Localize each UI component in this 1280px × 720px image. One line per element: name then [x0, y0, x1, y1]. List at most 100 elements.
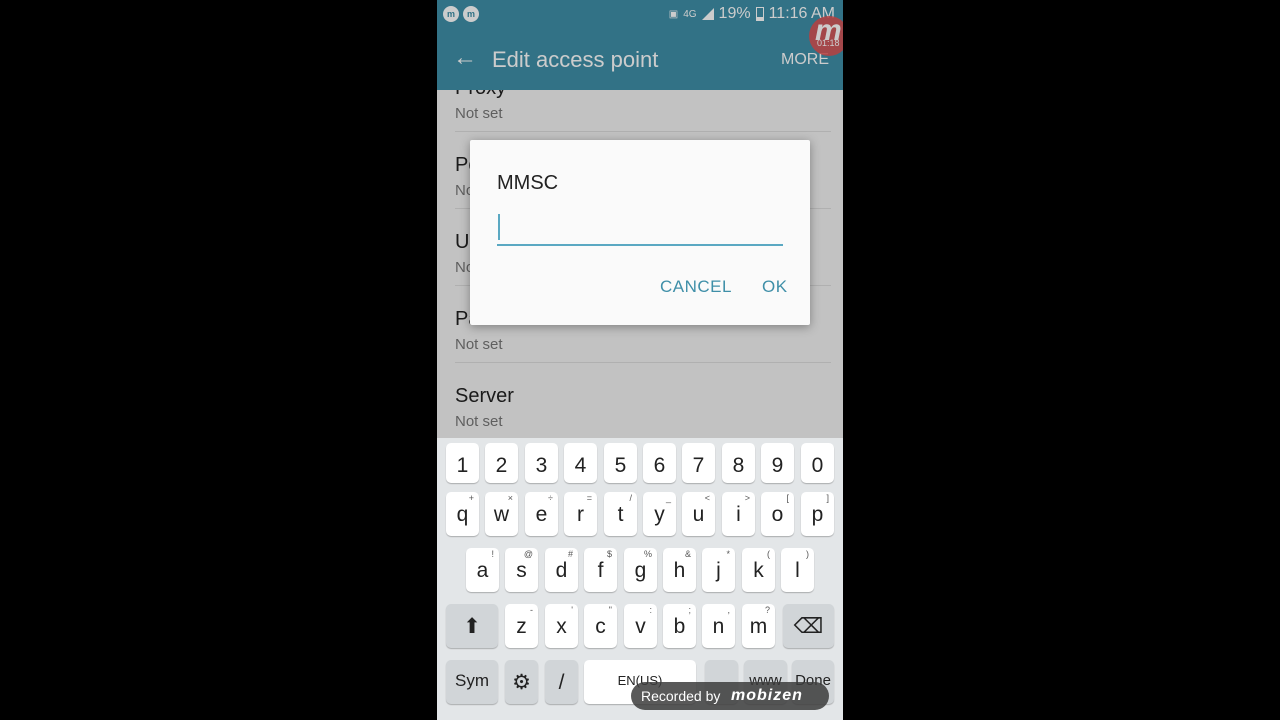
key-w[interactable]: w × — [485, 492, 518, 536]
key-hint: ' — [571, 605, 573, 615]
key-t[interactable]: t / — [604, 492, 637, 536]
key-hint: / — [629, 493, 632, 503]
key-g[interactable]: g% — [624, 548, 657, 592]
key-letter: b — [673, 615, 686, 638]
key-hint: > — [744, 493, 750, 503]
key-hint: & — [684, 549, 691, 559]
settings-key[interactable]: ⚙ — [505, 660, 538, 704]
key-o[interactable]: o[ — [761, 492, 794, 536]
key-n[interactable]: n, — [702, 604, 735, 648]
key-hint: @ — [523, 549, 533, 559]
key-3[interactable]: 3 — [525, 443, 558, 483]
key-letter: w — [493, 503, 510, 526]
key-0[interactable]: 0 — [801, 443, 834, 483]
key-letter: l — [795, 559, 800, 582]
key-f[interactable]: f $ — [584, 548, 617, 592]
key-hint: - — [530, 605, 533, 615]
key-s[interactable]: s @ — [505, 548, 538, 592]
key-letter: q — [456, 503, 469, 526]
key-hint: ÷ — [548, 493, 553, 503]
key-m[interactable]: m? — [742, 604, 775, 648]
key-letter: r — [577, 503, 584, 526]
key-letter: g — [634, 559, 647, 582]
key-d[interactable]: d # — [545, 548, 578, 592]
key-y[interactable]: y _ — [643, 492, 676, 536]
key-hint: + — [468, 493, 474, 503]
mmsc-input[interactable] — [497, 210, 783, 246]
key-hint: = — [586, 493, 592, 503]
key-letter: t — [617, 503, 624, 526]
key-4[interactable]: 4 — [564, 443, 597, 483]
key-letter: c — [595, 615, 606, 638]
gear-icon: ⚙ — [512, 671, 531, 694]
key-7[interactable]: 7 — [682, 443, 715, 483]
key-hint: $ — [606, 549, 612, 559]
key-k[interactable]: k( — [742, 548, 775, 592]
key-b[interactable]: b; — [663, 604, 696, 648]
backspace-key[interactable]: ⌫ — [783, 604, 834, 648]
ok-button[interactable]: OK — [762, 277, 788, 297]
keyboard: 1 2 3 4 5 6 7 8 9 0 q + w × e ÷ r = t / y _ u <… — [437, 438, 843, 720]
key-hint: _ — [665, 493, 671, 503]
slash-key[interactable]: / — [545, 660, 578, 704]
key-a[interactable]: a! — [466, 548, 499, 592]
key-u[interactable]: u < — [682, 492, 715, 536]
shift-arrow-icon: ⬆ — [463, 615, 481, 638]
key-letter: p — [811, 503, 824, 526]
key-e[interactable]: e ÷ — [525, 492, 558, 536]
key-r[interactable]: r = — [564, 492, 597, 536]
key-letter: m — [749, 615, 768, 638]
text-caret — [498, 214, 500, 240]
cancel-button[interactable]: CANCEL — [660, 277, 732, 297]
key-letter: y — [654, 503, 665, 526]
key-1[interactable]: 1 — [446, 443, 479, 483]
key-letter: u — [692, 503, 705, 526]
key-letter: n — [712, 615, 725, 638]
key-hint: × — [507, 493, 513, 503]
key-i[interactable]: i > — [722, 492, 755, 536]
key-6[interactable]: 6 — [643, 443, 676, 483]
key-hint: : — [649, 605, 652, 615]
key-h[interactable]: h & — [663, 548, 696, 592]
key-hint: ( — [767, 549, 770, 559]
key-hint: < — [704, 493, 710, 503]
key-letter: f — [597, 559, 604, 582]
key-letter: s — [516, 559, 527, 582]
key-letter: a — [476, 559, 489, 582]
key-hint: ! — [491, 549, 494, 559]
key-2[interactable]: 2 — [485, 443, 518, 483]
key-hint: , — [727, 605, 730, 615]
recorder-watermark: Recorded by mobizen — [631, 682, 829, 710]
key-8[interactable]: 8 — [722, 443, 755, 483]
key-letter: x — [556, 615, 567, 638]
watermark-brand-logo: mobizen — [731, 687, 803, 704]
key-z[interactable]: z- — [505, 604, 538, 648]
phone-screen: m m ▣ 4G 19% 11:16 AM ← Edit access poin… — [437, 0, 843, 720]
key-hint: " — [608, 605, 612, 615]
key-letter: k — [753, 559, 764, 582]
key-hint: ? — [764, 605, 770, 615]
key-letter: z — [516, 615, 527, 638]
key-hint: * — [726, 549, 730, 559]
dialog-title: MMSC — [497, 172, 559, 194]
mmsc-dialog: MMSC CANCEL OK — [470, 140, 810, 325]
key-letter: e — [535, 503, 548, 526]
backspace-icon: ⌫ — [793, 615, 824, 638]
key-letter: d — [555, 559, 568, 582]
key-q[interactable]: q + — [446, 492, 479, 536]
key-letter: o — [771, 503, 784, 526]
key-hint: ] — [826, 493, 829, 503]
key-x[interactable]: x ' — [545, 604, 578, 648]
key-hint: ) — [806, 549, 809, 559]
shift-key[interactable]: ⬆ — [446, 604, 498, 648]
sym-key[interactable]: Sym — [446, 660, 498, 704]
key-l[interactable]: l) — [781, 548, 814, 592]
key-v[interactable]: v: — [624, 604, 657, 648]
key-hint: # — [567, 549, 573, 559]
key-c[interactable]: c " — [584, 604, 617, 648]
watermark-label: Recorded by — [641, 688, 721, 704]
key-j[interactable]: j * — [702, 548, 735, 592]
key-p[interactable]: p] — [801, 492, 834, 536]
key-5[interactable]: 5 — [604, 443, 637, 483]
key-9[interactable]: 9 — [761, 443, 794, 483]
